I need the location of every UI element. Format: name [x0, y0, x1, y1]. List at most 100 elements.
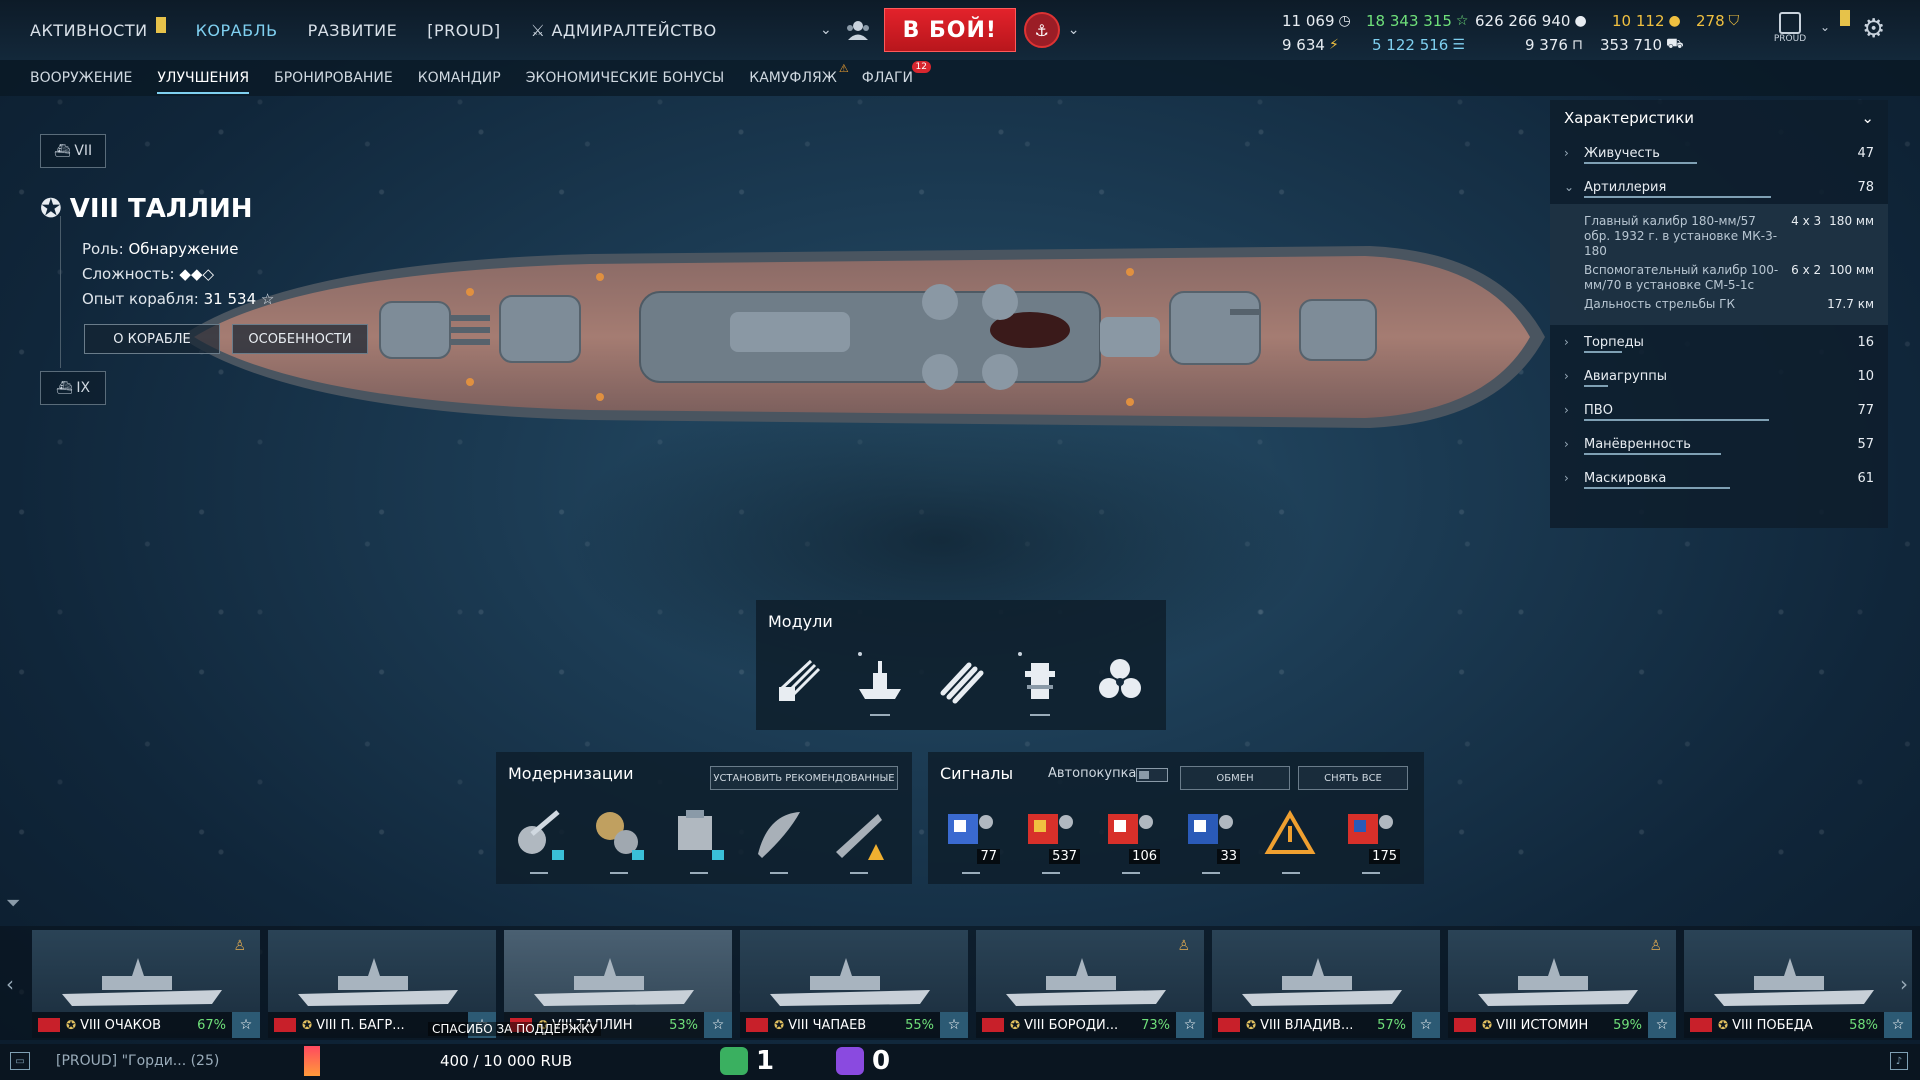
ship-thumbnail-icon	[298, 958, 458, 1006]
signal-slot[interactable]: 33	[1180, 804, 1240, 874]
tab-armament[interactable]: ВООРУЖЕНИЕ	[30, 60, 132, 96]
tab-commander[interactable]: КОМАНДИР	[418, 60, 501, 96]
resource-doubloons[interactable]: 10 112 ●	[1612, 12, 1681, 30]
signal-slot[interactable]	[1260, 804, 1320, 874]
profile-button[interactable]: PROUD	[1770, 8, 1810, 48]
resource-research[interactable]: 353 710 ⛟	[1600, 36, 1684, 54]
resource-coal-value: 5 122 516	[1372, 36, 1449, 54]
next-tier-button[interactable]: ⛴ IX	[40, 371, 106, 405]
signal-slot[interactable]: 537	[1020, 804, 1080, 874]
nav-clan[interactable]: [PROUD]	[427, 21, 500, 40]
chevron-down-icon[interactable]: ⌄	[1068, 22, 1080, 38]
ship-class-icon: ✪	[774, 1018, 785, 1032]
module-torpedoes[interactable]	[930, 650, 990, 710]
artillery-detail-row: Дальность стрельбы ГК 17.7 км	[1584, 297, 1874, 315]
resource-premium[interactable]: 278 ⛉	[1696, 12, 1739, 30]
upgrade-slot-2[interactable]	[588, 804, 648, 874]
ship-card[interactable]: ✪ VIII ПОБЕДА 58% ☆	[1684, 930, 1912, 1038]
ship-thumbnail-icon	[1006, 958, 1166, 1006]
filter-icon[interactable]: ⏷	[6, 893, 20, 914]
ship-card[interactable]: ♙ ✪ VIII БОРОДИ... 73% ☆	[976, 930, 1204, 1038]
prev-tier-button[interactable]: ⛴ VII	[40, 134, 106, 168]
signal-slot[interactable]: 106	[1100, 804, 1160, 874]
ship-carousel: ‹ ♙✪VIII ОЧАКОВ67%☆✪VIII П. БАГР...☆✪VII…	[0, 926, 1920, 1040]
autobuy-toggle[interactable]	[1136, 768, 1168, 782]
artillery-detail-value: 180 мм	[1829, 214, 1874, 228]
nav-ship[interactable]: КОРАБЛЬ	[196, 21, 278, 40]
resource-elite-xp[interactable]: 9 634 ⚡	[1282, 36, 1339, 54]
exchange-button[interactable]: ОБМЕН	[1180, 766, 1290, 790]
signal-slot[interactable]: 175	[1340, 804, 1400, 874]
install-recommended-button[interactable]: УСТАНОВИТЬ РЕКОМЕНДОВАННЫЕ	[710, 766, 898, 790]
tab-economic-bonuses[interactable]: ЭКОНОМИЧЕСКИЕ БОНУСЫ	[526, 60, 725, 96]
resource-coal[interactable]: 5 122 516 ☰	[1372, 36, 1465, 54]
battle-mode-button[interactable]: ⚓	[1023, 12, 1060, 48]
ship-card[interactable]: ✪ VIII ЧАПАЕВ 55% ☆	[740, 930, 968, 1038]
rudder-upgrade-icon	[758, 812, 800, 858]
characteristic-row[interactable]: › Манёвренность 57	[1550, 427, 1888, 461]
resource-free-xp[interactable]: 18 343 315 ☆	[1366, 12, 1468, 30]
nav-admiralty[interactable]: ⚔ АДМИРАЛТЕЙСТВО	[531, 21, 717, 40]
ship-card[interactable]: ♙ ✪ VIII ИСТОМИН 59% ☆	[1448, 930, 1676, 1038]
gears-upgrade-icon	[596, 812, 644, 860]
chevron-down-icon[interactable]: ⌄	[820, 22, 832, 38]
crossed-swords-icon: ⚔	[530, 20, 546, 40]
resource-silver[interactable]: 626 266 940 ●	[1475, 12, 1587, 30]
upgrade-slot-4[interactable]	[748, 804, 808, 874]
upgrade-slot-1[interactable]	[508, 804, 568, 874]
characteristic-row[interactable]: › Авиагруппы 10	[1550, 359, 1888, 393]
ship-title: ✪ VIII ТАЛЛИН	[40, 194, 253, 224]
division-button[interactable]	[840, 12, 876, 48]
characteristic-row[interactable]: › Маскировка 61	[1550, 461, 1888, 495]
tab-armor-label: БРОНИРОВАНИЕ	[274, 70, 393, 86]
module-underline	[870, 714, 890, 716]
features-button[interactable]: ОСОБЕННОСТИ	[232, 324, 368, 354]
ship-card[interactable]: ✪ VIII ВЛАДИВ... 57% ☆	[1212, 930, 1440, 1038]
artillery-detail-value: 17.7 км	[1827, 297, 1874, 311]
signal-slot[interactable]: 77	[940, 804, 1000, 874]
ship-class-icon: ✪	[1718, 1018, 1729, 1032]
ship-card-bar: ✪ VIII БОРОДИ... 73% ☆	[976, 1012, 1204, 1038]
tab-camouflage[interactable]: КАМУФЛЯЖ ⚠	[749, 60, 849, 96]
chat-icon[interactable]: ▭	[10, 1052, 30, 1070]
characteristic-row[interactable]: ⌄ Артиллерия 78	[1550, 170, 1888, 204]
clan-chat-label[interactable]: [PROUD] "Горди... (25)	[56, 1053, 219, 1069]
chevron-right-icon[interactable]: ›	[1900, 972, 1908, 996]
star-icon: ☆	[232, 1012, 260, 1038]
characteristics-header[interactable]: Характеристики ⌄	[1550, 100, 1888, 136]
remove-all-button[interactable]: СНЯТЬ ВСЕ	[1298, 766, 1408, 790]
notification-bell-icon[interactable]: ♪	[1890, 1052, 1908, 1070]
resource-steel[interactable]: 9 376 ⊓	[1525, 36, 1583, 54]
tab-flags[interactable]: ФЛАГИ 12	[862, 60, 931, 96]
gear-icon[interactable]: ⚙	[1862, 14, 1885, 44]
characteristic-row[interactable]: › ПВО 77	[1550, 393, 1888, 427]
artillery-detail-label: Дальность стрельбы ГК	[1584, 297, 1735, 311]
ship-render[interactable]	[170, 232, 1550, 442]
upgrade-slot-3[interactable]	[668, 804, 728, 874]
notification-badge-icon	[1840, 10, 1850, 26]
tab-commander-label: КОМАНДИР	[417, 70, 501, 86]
chevron-down-icon[interactable]: ⌄	[1820, 20, 1830, 34]
signals-title: Сигналы	[940, 764, 1014, 783]
characteristic-row[interactable]: › Торпеды 16	[1550, 325, 1888, 359]
module-fire-control[interactable]	[1010, 650, 1070, 716]
tab-upgrades[interactable]: УЛУЧШЕНИЯ	[157, 60, 249, 96]
module-main-battery[interactable]	[770, 650, 830, 710]
characteristic-label: Манёвренность	[1584, 436, 1691, 452]
nav-activities[interactable]: АКТИВНОСТИ	[30, 17, 166, 40]
resource-credits[interactable]: 11 069 ◷	[1282, 12, 1351, 30]
chevron-right-icon: ›	[1564, 146, 1569, 160]
bottom-bar: ▭ [PROUD] "Горди... (25)	[0, 1044, 1920, 1080]
about-ship-button[interactable]: О КОРАБЛЕ	[84, 324, 220, 354]
module-engine[interactable]	[1090, 650, 1150, 710]
battle-button[interactable]: В БОЙ!	[883, 8, 1016, 52]
module-hull[interactable]	[850, 650, 910, 716]
tab-armor[interactable]: БРОНИРОВАНИЕ	[274, 60, 393, 96]
top-bar: АКТИВНОСТИ КОРАБЛЬ РАЗВИТИЕ [PROUD] ⚔ АД…	[0, 0, 1920, 60]
star-icon: ☆	[940, 1012, 968, 1038]
chevron-left-icon[interactable]: ‹	[6, 972, 14, 996]
upgrade-slot-5[interactable]	[828, 804, 888, 874]
characteristic-row[interactable]: › Живучесть 47	[1550, 136, 1888, 170]
nav-development[interactable]: РАЗВИТИЕ	[308, 21, 398, 40]
ship-card[interactable]: ♙ ✪ VIII ОЧАКОВ 67% ☆	[32, 930, 260, 1038]
